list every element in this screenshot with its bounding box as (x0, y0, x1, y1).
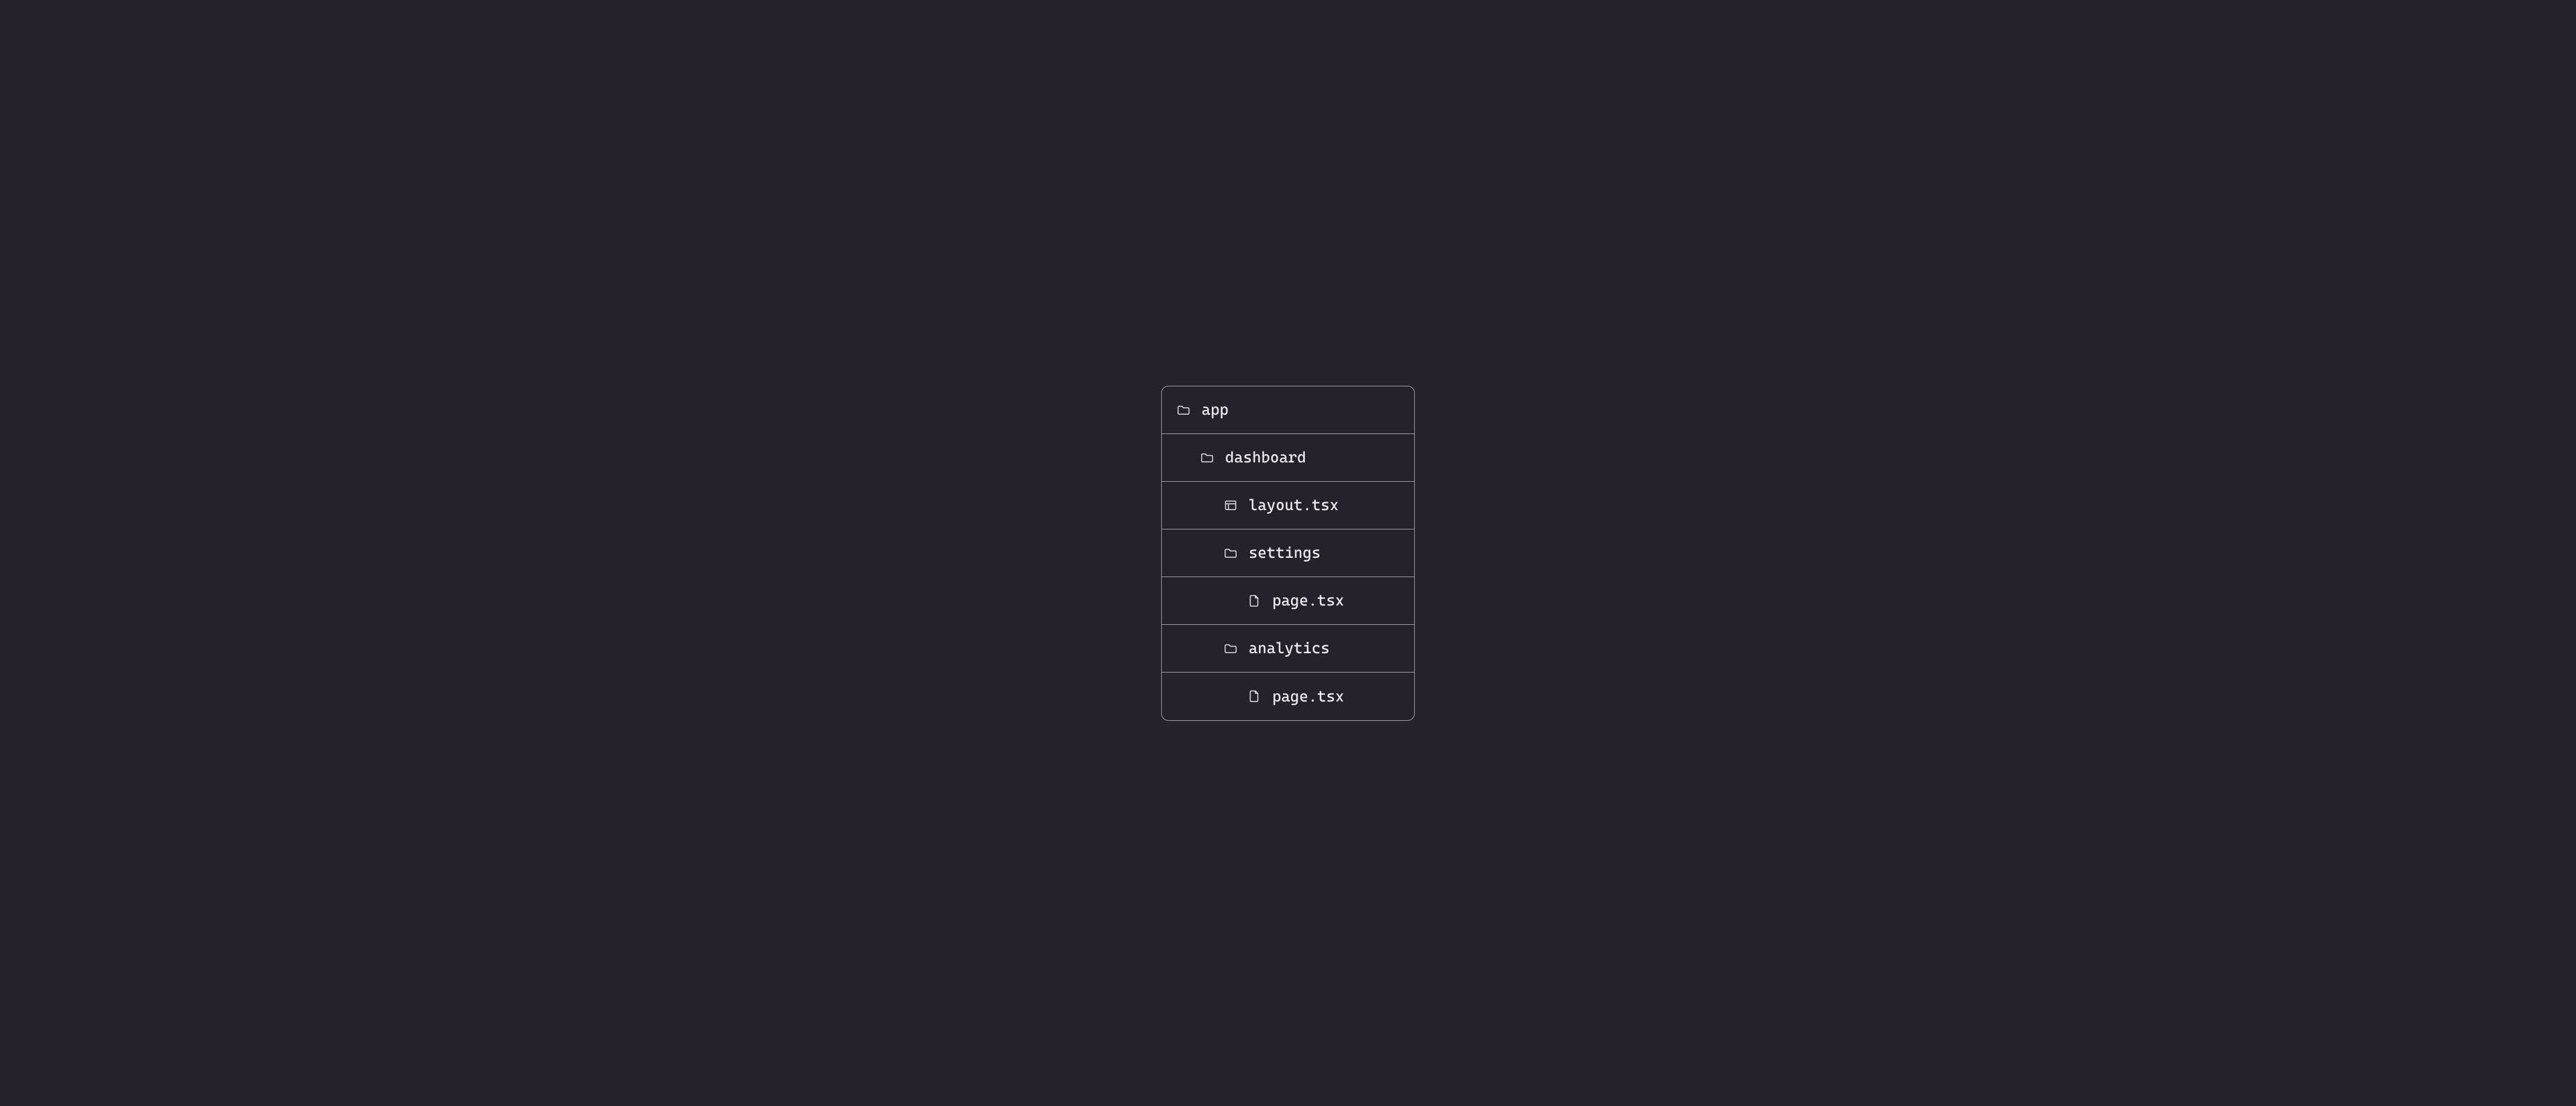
file-tree-panel: app dashboard layout.tsx settings page.t… (1161, 386, 1415, 721)
tree-item-dashboard[interactable]: dashboard (1162, 434, 1414, 482)
folder-icon (1223, 641, 1238, 656)
tree-item-label: settings (1249, 545, 1321, 560)
tree-item-label: analytics (1249, 641, 1330, 656)
tree-item-settings-page-tsx[interactable]: page.tsx (1162, 577, 1414, 625)
tree-item-label: dashboard (1225, 450, 1306, 465)
tree-item-analytics-page-tsx[interactable]: page.tsx (1162, 673, 1414, 720)
tree-item-layout-tsx[interactable]: layout.tsx (1162, 482, 1414, 529)
tree-item-label: app (1202, 402, 1229, 417)
file-icon (1247, 593, 1261, 608)
layout-icon (1223, 498, 1238, 513)
tree-item-settings[interactable]: settings (1162, 529, 1414, 577)
folder-icon (1223, 546, 1238, 560)
folder-icon (1200, 450, 1214, 465)
tree-item-label: page.tsx (1272, 593, 1344, 608)
tree-item-analytics[interactable]: analytics (1162, 625, 1414, 673)
folder-icon (1176, 403, 1191, 417)
file-icon (1247, 689, 1261, 703)
tree-item-label: layout.tsx (1249, 497, 1339, 513)
tree-item-label: page.tsx (1272, 689, 1344, 704)
tree-item-app[interactable]: app (1162, 386, 1414, 434)
